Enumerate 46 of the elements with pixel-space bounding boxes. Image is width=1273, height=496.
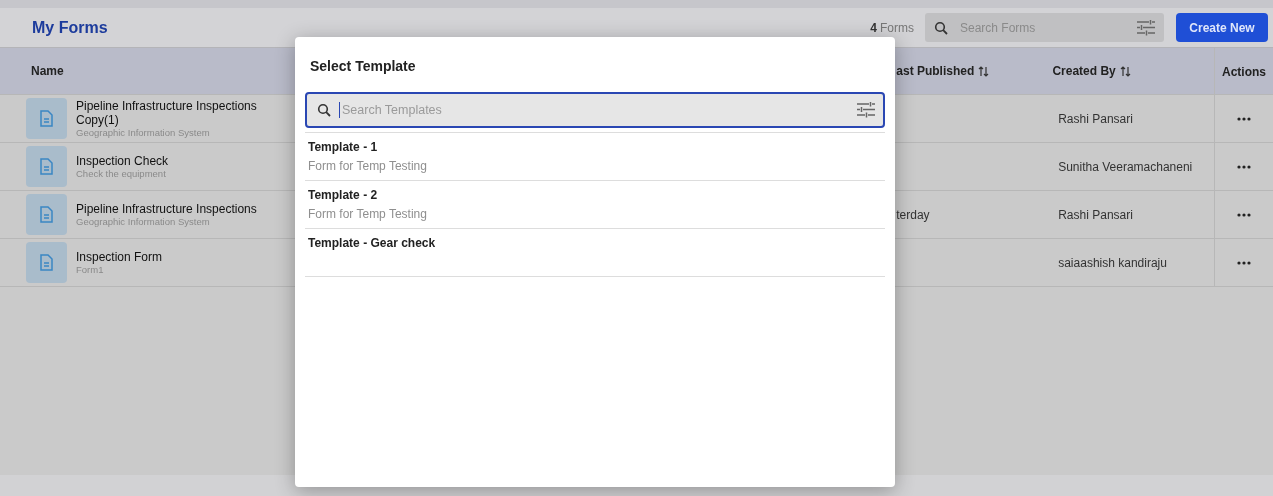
template-item[interactable]: Template - 1 Form for Temp Testing — [305, 133, 885, 181]
sort-icon[interactable] — [1119, 65, 1131, 77]
template-description: Form for Temp Testing — [308, 159, 428, 173]
search-field[interactable]: Search Templates — [340, 102, 848, 118]
column-header[interactable]: Created By — [1052, 64, 1116, 78]
document-icon — [39, 206, 54, 223]
document-icon — [39, 254, 54, 271]
form-count: 4 — [870, 20, 877, 35]
form-name[interactable]: Inspection Form — [76, 250, 276, 264]
template-item[interactable]: Template - 2 Form for Temp Testing — [305, 181, 885, 229]
table-cell: saiaashish kandiraju — [1058, 255, 1167, 270]
more-icon[interactable] — [1237, 164, 1252, 169]
column-header: Actions — [1222, 64, 1266, 79]
search-bar[interactable]: Search Templates — [305, 92, 885, 128]
table-cell: terday — [896, 207, 930, 222]
create-new-button[interactable]: Create New — [1176, 13, 1268, 42]
table-cell: Rashi Pansari — [1058, 111, 1133, 126]
template-name: Template - Gear check — [308, 236, 437, 250]
more-icon[interactable] — [1237, 212, 1252, 217]
form-description: Form1 — [76, 264, 105, 275]
search-field[interactable]: Search Forms — [958, 19, 1127, 36]
template-name: Template - 2 — [308, 188, 379, 202]
form-description: Check the equipment — [76, 168, 167, 179]
document-icon — [39, 158, 54, 175]
search-bar[interactable]: Search Forms — [925, 13, 1164, 42]
sort-icon[interactable] — [978, 65, 990, 77]
more-icon[interactable] — [1237, 116, 1252, 121]
form-name[interactable]: Pipeline Infrastructure Inspections — [76, 202, 276, 216]
search-icon — [317, 103, 331, 117]
column-header: Name — [31, 64, 64, 78]
column-header[interactable]: ast Published — [896, 64, 975, 78]
template-name: Template - 1 — [308, 140, 379, 154]
document-icon — [39, 110, 54, 127]
dialog-title: Select Template — [309, 57, 417, 76]
form-name[interactable]: Inspection Check — [76, 154, 276, 168]
form-count-label: Forms — [880, 20, 914, 35]
table-cell: Sunitha Veeramachaneni — [1058, 159, 1193, 174]
template-item[interactable]: Template - Gear check — [305, 229, 885, 277]
page-title: My Forms — [32, 18, 108, 37]
search-icon — [934, 20, 948, 35]
filter-icon[interactable] — [857, 102, 875, 118]
table-cell: Rashi Pansari — [1058, 207, 1133, 222]
template-description: Form for Temp Testing — [308, 207, 428, 221]
filter-icon[interactable] — [1137, 19, 1155, 36]
more-icon[interactable] — [1237, 260, 1252, 265]
form-name[interactable]: Pipeline Infrastructure Inspections Copy(1) — [76, 99, 276, 127]
